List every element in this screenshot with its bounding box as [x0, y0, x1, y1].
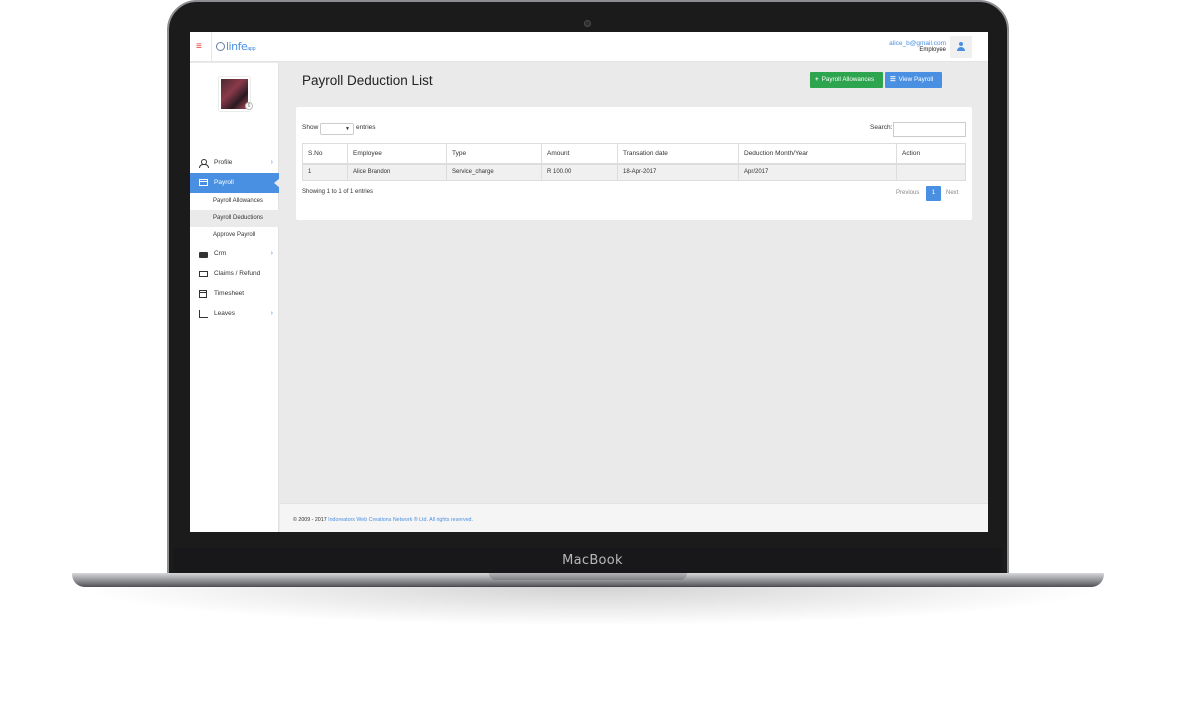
user-icon [957, 42, 965, 52]
column-header-employee[interactable]: Employee [347, 143, 447, 165]
avatar-badge: 6 [245, 102, 253, 110]
money-icon [199, 270, 208, 279]
laptop-notch [489, 573, 687, 580]
logo-text: linfe [226, 40, 248, 53]
cell-action[interactable] [896, 163, 966, 181]
footer-company-link[interactable]: Indoreators Web Creations Network ® Ltd.… [328, 517, 473, 523]
sidebar-item-profile[interactable]: Profile › [190, 153, 279, 173]
briefcase-icon [199, 250, 208, 259]
footer-copyright: © 2009 - 2017 [293, 517, 327, 523]
caret-down-icon: ▼ [345, 126, 350, 132]
search-input[interactable] [893, 122, 966, 137]
chevron-right-icon: › [270, 159, 273, 166]
table-row: 1 Alice Brandon Service_charge R 100.00 … [302, 163, 966, 181]
camera-icon [584, 20, 591, 27]
pagination-page-current[interactable]: 1 [926, 186, 941, 201]
sidebar-item-label: Timesheet [214, 290, 245, 297]
hamburger-menu-icon[interactable]: ≡ [196, 42, 202, 52]
user-info[interactable]: alice_b@gmail.com Employee [889, 40, 946, 54]
list-icon: ☰ [890, 76, 896, 83]
show-label: Show [302, 124, 319, 131]
device-brand-label: MacBook [562, 553, 623, 568]
cell-amount: R 100.00 [541, 163, 618, 181]
pagination-next[interactable]: Next [946, 186, 958, 201]
cell-sno: 1 [302, 163, 348, 181]
column-header-amount[interactable]: Amount [541, 143, 618, 165]
sidebar-item-claims-refund[interactable]: Claims / Refund [190, 264, 279, 284]
cell-transaction-date: 18-Apr-2017 [617, 163, 739, 181]
cell-employee: Alice Brandon [347, 163, 447, 181]
table-header-row: S.No Employee Type Amount Transation dat… [302, 143, 966, 165]
sidebar-item-timesheet[interactable]: Timesheet [190, 284, 279, 304]
column-header-type[interactable]: Type [446, 143, 542, 165]
main-content: Payroll Deduction List + Payroll Allowanc… [280, 63, 988, 503]
sidebar: 6 Profile › Payroll Payroll Allowances P… [190, 63, 280, 532]
user-role: Employee [919, 47, 946, 53]
logo-suffix: app [247, 46, 256, 52]
calendar-icon [199, 290, 208, 299]
sidebar-item-label: Leaves [214, 310, 235, 317]
sidebar-subitem-payroll-deductions[interactable]: Payroll Deductions [190, 210, 279, 227]
plus-icon: + [815, 76, 819, 83]
deduction-table: S.No Employee Type Amount Transation dat… [302, 143, 966, 181]
view-payroll-button[interactable]: ☰ View Payroll [885, 72, 942, 88]
sidebar-subitem-approve-payroll[interactable]: Approve Payroll [190, 227, 279, 244]
payroll-allowances-button[interactable]: + Payroll Allowances [810, 72, 883, 88]
laptop-frame: MacBook ≡ linfeapp alice_b@gmail.com Emp… [0, 0, 1185, 716]
button-label: Payroll Allowances [821, 76, 875, 83]
table-info: Showing 1 to 1 of 1 entries [302, 189, 374, 195]
deduction-list-panel: Show ▼ entries Search: S.No Employee Typ… [296, 107, 972, 220]
entries-per-page-select[interactable]: ▼ [320, 123, 354, 135]
sidebar-nav: Profile › Payroll Payroll Allowances Pay… [190, 153, 280, 324]
page-title: Payroll Deduction List [302, 73, 433, 88]
pagination-previous[interactable]: Previous [896, 186, 919, 201]
column-header-deduction-month-year[interactable]: Deduction Month/Year [738, 143, 897, 165]
sidebar-item-label: Profile [214, 159, 233, 166]
app-logo[interactable]: linfeapp [216, 40, 256, 53]
laptop-shadow [70, 586, 1110, 626]
top-navbar: ≡ linfeapp alice_b@gmail.com Employee [190, 32, 988, 62]
sidebar-subitem-payroll-allowances[interactable]: Payroll Allowances [190, 193, 279, 210]
sidebar-item-leaves[interactable]: Leaves › [190, 304, 279, 324]
footer: © 2009 - 2017 Indoreators Web Creations … [280, 503, 988, 532]
app-screen: ≡ linfeapp alice_b@gmail.com Employee 6 … [190, 32, 988, 532]
user-icon [199, 159, 208, 168]
entries-label: entries [356, 124, 376, 131]
sidebar-item-crm[interactable]: Crm › [190, 244, 279, 264]
bar-chart-icon [199, 310, 208, 319]
column-header-transaction-date[interactable]: Transation date [617, 143, 739, 165]
search-label: Search: [870, 124, 893, 131]
user-menu-button[interactable] [950, 36, 972, 58]
logo-divider [211, 32, 212, 62]
user-email[interactable]: alice_b@gmail.com [889, 40, 946, 47]
cell-deduction-month-year: Apr/2017 [738, 163, 897, 181]
sidebar-item-label: Claims / Refund [214, 270, 261, 277]
column-header-action: Action [896, 143, 966, 165]
logo-ring-icon [216, 42, 225, 51]
sidebar-item-payroll[interactable]: Payroll [190, 173, 280, 193]
table-icon [199, 179, 208, 188]
chevron-right-icon: › [270, 310, 273, 317]
button-label: View Payroll [898, 76, 934, 83]
sidebar-item-label: Payroll [214, 179, 234, 186]
sidebar-item-label: Crm [214, 250, 227, 257]
cell-type: Service_charge [446, 163, 542, 181]
column-header-sno[interactable]: S.No [302, 143, 348, 165]
chevron-right-icon: › [270, 250, 273, 257]
